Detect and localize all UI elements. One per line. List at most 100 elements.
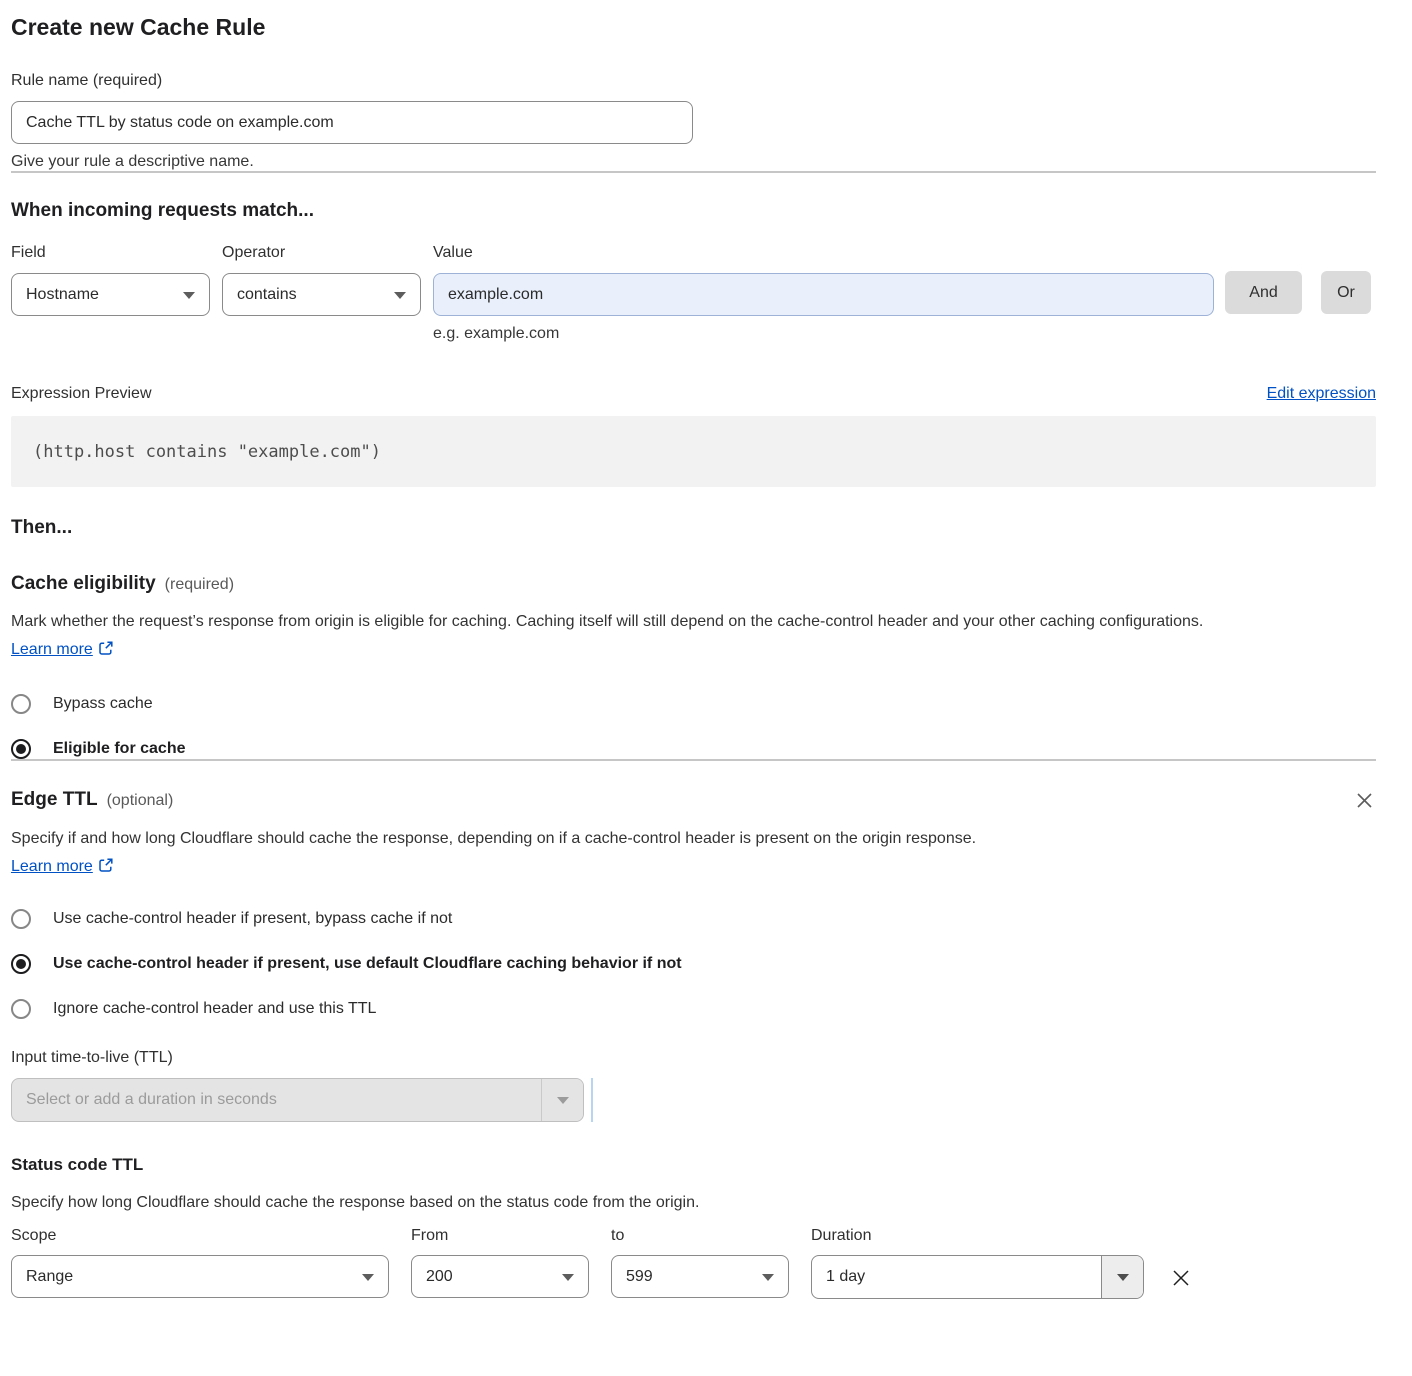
radio-circle-checked[interactable] <box>11 954 31 974</box>
chevron-down-button[interactable] <box>1101 1256 1143 1298</box>
from-label: From <box>411 1227 589 1245</box>
expression-preview-label: Expression Preview <box>11 385 152 403</box>
and-button[interactable]: And <box>1225 271 1302 314</box>
edge-ttl-title: Edge TTL <box>11 789 98 810</box>
to-column: to 599 <box>611 1227 789 1298</box>
page-title: Create new Cache Rule <box>11 14 1376 41</box>
create-cache-rule-form: Create new Cache Rule Rule name (require… <box>0 0 1412 1323</box>
duration-select-value: 1 day <box>812 1268 1101 1286</box>
to-select-value: 599 <box>626 1268 653 1286</box>
to-label: to <box>611 1227 789 1245</box>
spacer <box>1302 244 1371 271</box>
radio-circle-unchecked[interactable] <box>11 999 31 1019</box>
duration-select[interactable]: 1 day <box>811 1255 1144 1299</box>
cache-eligibility-description: Mark whether the request’s response from… <box>11 608 1301 666</box>
radio-eligible-for-cache[interactable]: Eligible for cache <box>11 739 1376 759</box>
spacer <box>1214 244 1302 271</box>
edge-ttl-description-text: Specify if and how long Cloudflare shoul… <box>11 830 976 847</box>
external-link-icon <box>98 638 114 666</box>
operator-label: Operator <box>222 244 421 262</box>
from-column: From 200 <box>411 1227 589 1298</box>
duration-column: Duration 1 day <box>811 1227 1144 1299</box>
and-column: And <box>1214 244 1302 314</box>
radio-label: Use cache-control header if present, byp… <box>53 910 452 928</box>
from-select-value: 200 <box>426 1268 453 1286</box>
edit-expression-link[interactable]: Edit expression <box>1267 385 1376 403</box>
optional-tag: (optional) <box>107 792 174 809</box>
scope-select-value: Range <box>26 1268 73 1286</box>
learn-more-link[interactable]: Learn more <box>11 858 93 875</box>
field-select[interactable]: Hostname <box>11 273 210 316</box>
radio-circle-unchecked[interactable] <box>11 909 31 929</box>
radio-ignore-header[interactable]: Ignore cache-control header and use this… <box>11 999 1376 1019</box>
chevron-down-button <box>541 1079 583 1121</box>
required-tag: (required) <box>165 576 234 593</box>
scope-select[interactable]: Range <box>11 1255 389 1298</box>
field-column: Field Hostname <box>11 244 210 316</box>
field-label: Field <box>11 244 210 262</box>
chevron-down-icon <box>183 292 195 299</box>
rule-name-label: Rule name (required) <box>11 72 1376 90</box>
close-icon <box>1170 1277 1192 1292</box>
edge-ttl-header: Edge TTL (optional) <box>11 789 1376 812</box>
ttl-duration-select: Select or add a duration in seconds <box>11 1078 584 1122</box>
or-column: Or <box>1302 244 1371 314</box>
chevron-down-icon <box>557 1097 569 1104</box>
value-helper: e.g. example.com <box>433 325 1214 343</box>
match-heading: When incoming requests match... <box>11 200 1376 222</box>
text-cursor-line <box>591 1078 593 1122</box>
radio-label: Ignore cache-control header and use this… <box>53 1000 376 1018</box>
operator-select[interactable]: contains <box>222 273 421 316</box>
radio-circle-unchecked[interactable] <box>11 694 31 714</box>
from-select[interactable]: 200 <box>411 1255 589 1298</box>
cache-eligibility-heading: Cache eligibility (required) <box>11 573 1376 595</box>
close-edge-ttl-button[interactable] <box>1353 789 1376 812</box>
ttl-input-row: Select or add a duration in seconds <box>11 1078 1376 1122</box>
to-select[interactable]: 599 <box>611 1255 789 1298</box>
cache-eligibility-description-text: Mark whether the request’s response from… <box>11 613 1203 630</box>
edge-ttl-heading: Edge TTL (optional) <box>11 789 173 811</box>
delete-status-ttl-row-button[interactable] <box>1168 1265 1194 1291</box>
chevron-down-icon <box>1117 1274 1129 1281</box>
expression-preview-header: Expression Preview Edit expression <box>11 385 1376 403</box>
chevron-down-icon <box>362 1274 374 1281</box>
cache-eligibility-title: Cache eligibility <box>11 573 156 594</box>
ttl-input-label: Input time-to-live (TTL) <box>11 1049 1376 1067</box>
radio-circle-checked[interactable] <box>11 739 31 759</box>
duration-label: Duration <box>811 1227 1144 1245</box>
scope-label: Scope <box>11 1227 389 1245</box>
status-code-ttl-description: Specify how long Cloudflare should cache… <box>11 1189 1376 1217</box>
rule-name-input[interactable] <box>11 101 693 144</box>
radio-bypass-cache[interactable]: Bypass cache <box>11 694 1376 714</box>
radio-label: Use cache-control header if present, use… <box>53 955 682 973</box>
value-column: Value e.g. example.com <box>433 244 1214 343</box>
rule-name-helper: Give your rule a descriptive name. <box>11 153 1376 171</box>
expression-builder-row: Field Hostname Operator contains Value e… <box>11 244 1376 343</box>
learn-more-link[interactable]: Learn more <box>11 641 93 658</box>
radio-label: Eligible for cache <box>53 740 185 758</box>
expression-preview-code: (http.host contains "example.com") <box>11 416 1376 487</box>
ttl-duration-placeholder: Select or add a duration in seconds <box>12 1091 541 1109</box>
scope-column: Scope Range <box>11 1227 389 1298</box>
status-code-ttl-row: Scope Range From 200 to 599 Duration 1 d… <box>11 1227 1376 1299</box>
value-label: Value <box>433 244 1214 262</box>
close-icon <box>1355 798 1374 813</box>
value-input[interactable] <box>433 273 1214 316</box>
operator-select-value: contains <box>237 286 297 304</box>
chevron-down-icon <box>762 1274 774 1281</box>
then-heading: Then... <box>11 517 1376 539</box>
field-select-value: Hostname <box>26 286 99 304</box>
status-code-ttl-heading: Status code TTL <box>11 1155 1376 1175</box>
section-divider <box>11 171 1376 173</box>
rule-name-section: Rule name (required) Give your rule a de… <box>11 72 1376 171</box>
radio-use-header-bypass[interactable]: Use cache-control header if present, byp… <box>11 909 1376 929</box>
radio-label: Bypass cache <box>53 695 153 713</box>
edge-ttl-description: Specify if and how long Cloudflare shoul… <box>11 825 1051 883</box>
external-link-icon <box>98 855 114 883</box>
operator-column: Operator contains <box>222 244 421 316</box>
or-button[interactable]: Or <box>1321 271 1371 314</box>
chevron-down-icon <box>562 1274 574 1281</box>
chevron-down-icon <box>394 292 406 299</box>
radio-use-header-default[interactable]: Use cache-control header if present, use… <box>11 954 1376 974</box>
section-divider <box>11 759 1376 761</box>
